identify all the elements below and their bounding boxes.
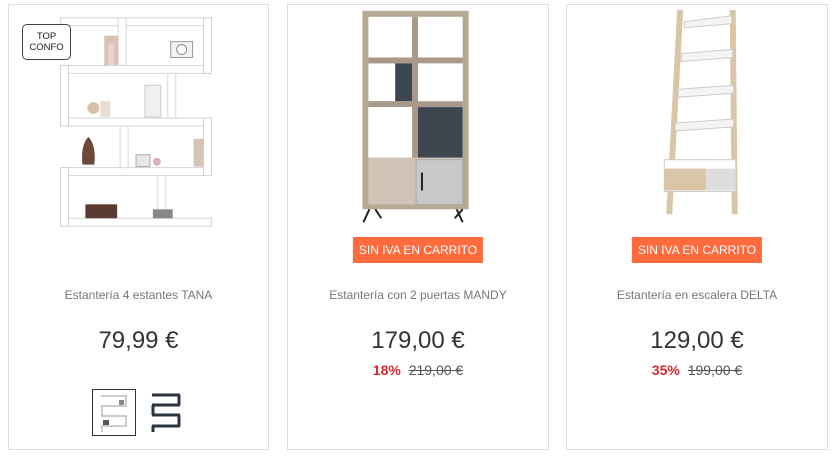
top-badge: TOP CONFO <box>22 24 71 60</box>
old-price: 219,00 € <box>408 362 464 378</box>
product-price: 79,99 € <box>98 327 179 354</box>
product-name[interactable]: Estantería en escalera DELTA <box>567 288 827 302</box>
price-row-old: 35% 199,00 € <box>567 362 827 378</box>
promo-badge: SIN IVA EN CARRITO <box>352 237 484 263</box>
product-price: 179,00 € <box>371 327 465 354</box>
product-card-mandy[interactable]: SIN IVA EN CARRITO Estantería con 2 puer… <box>287 4 549 450</box>
product-name[interactable]: Estantería 4 estantes TANA <box>9 288 268 302</box>
product-name[interactable]: Estantería con 2 puertas MANDY <box>288 288 548 302</box>
price-row-old: 18% 219,00 € <box>288 362 548 378</box>
product-card-delta[interactable]: SIN IVA EN CARRITO Estantería en escaler… <box>566 4 828 450</box>
top-badge-line1: TOP <box>36 31 57 42</box>
color-thumbnails <box>92 389 192 441</box>
promo-badge: SIN IVA EN CARRITO <box>631 237 763 263</box>
discount-percent: 18% <box>372 362 401 378</box>
product-image-delta[interactable] <box>567 5 827 235</box>
product-price: 129,00 € <box>650 327 744 354</box>
thumbnail-white[interactable] <box>92 389 136 436</box>
discount-percent: 35% <box>651 362 680 378</box>
product-card-tana[interactable]: TOP CONFO Estantería 4 estantes TANA 79,… <box>8 4 269 450</box>
top-badge-line2: CONFO <box>29 42 64 53</box>
thumbnail-black[interactable] <box>144 389 188 436</box>
product-image-mandy[interactable] <box>288 5 548 235</box>
old-price: 199,00 € <box>687 362 743 378</box>
